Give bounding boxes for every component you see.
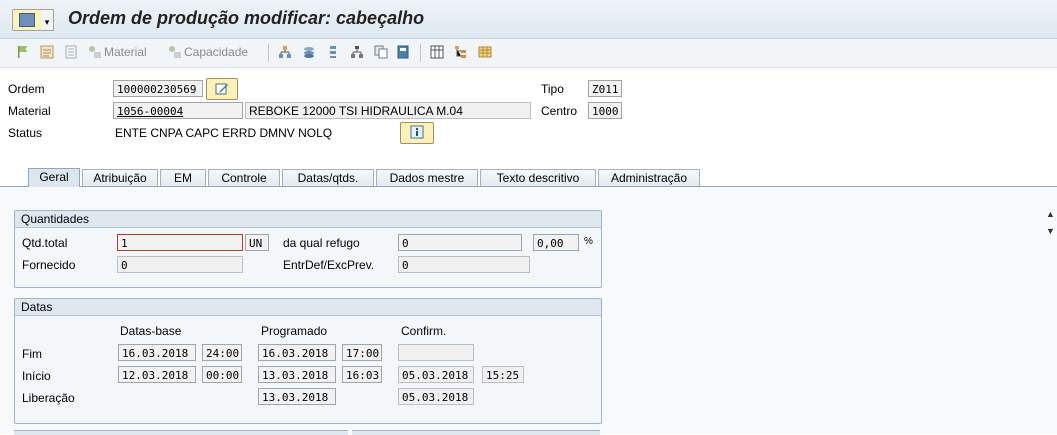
qtd-total-field[interactable]: 1	[117, 234, 243, 251]
tree-icon[interactable]	[350, 45, 364, 59]
unit-field[interactable]: UN	[245, 234, 269, 251]
col-programado: Programado	[261, 324, 328, 338]
tab-controle[interactable]: Controle	[208, 169, 280, 186]
col-datas-base: Datas-base	[120, 324, 182, 338]
qtd-total-label: Qtd.total	[22, 236, 68, 250]
fim-prog-time[interactable]: 17:00	[342, 344, 382, 361]
fim-conf-date	[398, 344, 474, 361]
save-icon[interactable]	[396, 45, 410, 59]
status-info-button[interactable]	[400, 122, 434, 144]
material-label: Material	[8, 104, 51, 118]
material-icon[interactable]	[88, 45, 102, 59]
flag-icon[interactable]	[16, 45, 30, 59]
entrdef-field: 0	[398, 256, 530, 273]
percent-sign: %	[584, 236, 593, 247]
tipo-field[interactable]: Z011	[588, 80, 622, 97]
centro-field[interactable]: 1000	[588, 102, 622, 119]
grid-icon[interactable]	[430, 45, 444, 59]
capacidade-button[interactable]: Capacidade	[184, 45, 248, 61]
table-icon[interactable]	[478, 45, 492, 59]
fornecido-label: Fornecido	[22, 258, 76, 272]
tab-administracao[interactable]: Administração	[598, 169, 700, 186]
refugo-pct-field[interactable]: 0,00	[533, 234, 579, 251]
quantidades-title: Quantidades	[15, 211, 601, 228]
info-icon	[410, 125, 424, 139]
tab-atribuicao[interactable]: Atribuição	[82, 169, 158, 186]
inicio-label: Início	[22, 369, 51, 383]
status-label: Status	[8, 126, 43, 140]
col-confirm: Confirm.	[401, 324, 447, 338]
document-icon[interactable]	[64, 45, 78, 59]
tipo-label: Tipo	[541, 82, 564, 96]
liberacao-label: Liberação	[22, 391, 75, 405]
status-value: ENTE CNPA CAPC ERRD DMNV NOLQ	[115, 126, 333, 140]
inicio-base-time[interactable]: 00:00	[202, 366, 242, 383]
inicio-conf-time: 15:25	[482, 366, 524, 383]
next-group-left	[14, 430, 348, 435]
scroll-down-icon[interactable]: ▼	[1046, 226, 1055, 236]
material-field[interactable]: 1056-00004	[113, 102, 243, 119]
application-toolbar	[0, 39, 1057, 68]
inicio-conf-date: 05.03.2018	[398, 366, 474, 383]
inicio-base-date[interactable]: 12.03.2018	[118, 366, 196, 383]
pencil-icon	[215, 83, 228, 95]
fornecido-field: 0	[117, 256, 243, 273]
fim-base-date[interactable]: 16.03.2018	[118, 344, 196, 361]
inicio-prog-time[interactable]: 16:03	[342, 366, 382, 383]
page-title: Ordem de produção modificar: cabeçalho	[68, 8, 425, 28]
list-icon[interactable]	[326, 45, 340, 59]
checklist-icon[interactable]	[40, 45, 54, 59]
fim-label: Fim	[22, 347, 42, 361]
copy-icon[interactable]	[374, 45, 388, 59]
tab-dados-mestre[interactable]: Dados mestre	[376, 169, 478, 186]
menu-icon	[19, 13, 35, 27]
ordem-field[interactable]: 100000230569	[113, 80, 203, 97]
refugo-label: da qual refugo	[283, 236, 360, 250]
refugo-field[interactable]: 0	[398, 234, 522, 251]
edit-button[interactable]	[206, 78, 238, 100]
tab-datas-qtds[interactable]: Datas/qtds.	[282, 169, 374, 186]
material-button[interactable]: Material	[104, 45, 147, 61]
datas-group: Datas	[14, 298, 602, 424]
hierarchy-icon[interactable]	[278, 45, 292, 59]
entrdef-label: EntrDef/ExcPrev.	[283, 258, 375, 272]
next-group-right	[352, 430, 600, 435]
datas-title: Datas	[15, 299, 601, 316]
toolbar-separator	[268, 44, 269, 62]
tab-texto-descritivo[interactable]: Texto descritivo	[480, 169, 596, 186]
fim-prog-date[interactable]: 16.03.2018	[258, 344, 336, 361]
toolbar-separator	[420, 44, 421, 62]
scroll-up-icon[interactable]: ▲	[1046, 209, 1055, 219]
fim-base-time[interactable]: 24:00	[202, 344, 242, 361]
system-menu-button[interactable]	[12, 9, 42, 31]
chevron-down-icon[interactable]: ▾	[41, 9, 54, 31]
liberacao-prog-date[interactable]: 13.03.2018	[258, 388, 336, 405]
tab-em[interactable]: EM	[160, 169, 206, 186]
material-description: REBOKE 12000 TSI HIDRAULICA M.04	[245, 102, 531, 119]
centro-label: Centro	[541, 104, 578, 118]
capacity-icon[interactable]	[168, 45, 182, 59]
liberacao-conf-date: 05.03.2018	[398, 388, 474, 405]
tab-geral[interactable]: Geral	[28, 168, 80, 187]
tree-colored-icon[interactable]	[454, 45, 468, 59]
ordem-label: Ordem	[8, 82, 45, 96]
inicio-prog-date[interactable]: 13.03.2018	[258, 366, 336, 383]
vertical-scrollbar[interactable]	[1042, 208, 1057, 434]
stack-icon[interactable]	[302, 45, 316, 59]
